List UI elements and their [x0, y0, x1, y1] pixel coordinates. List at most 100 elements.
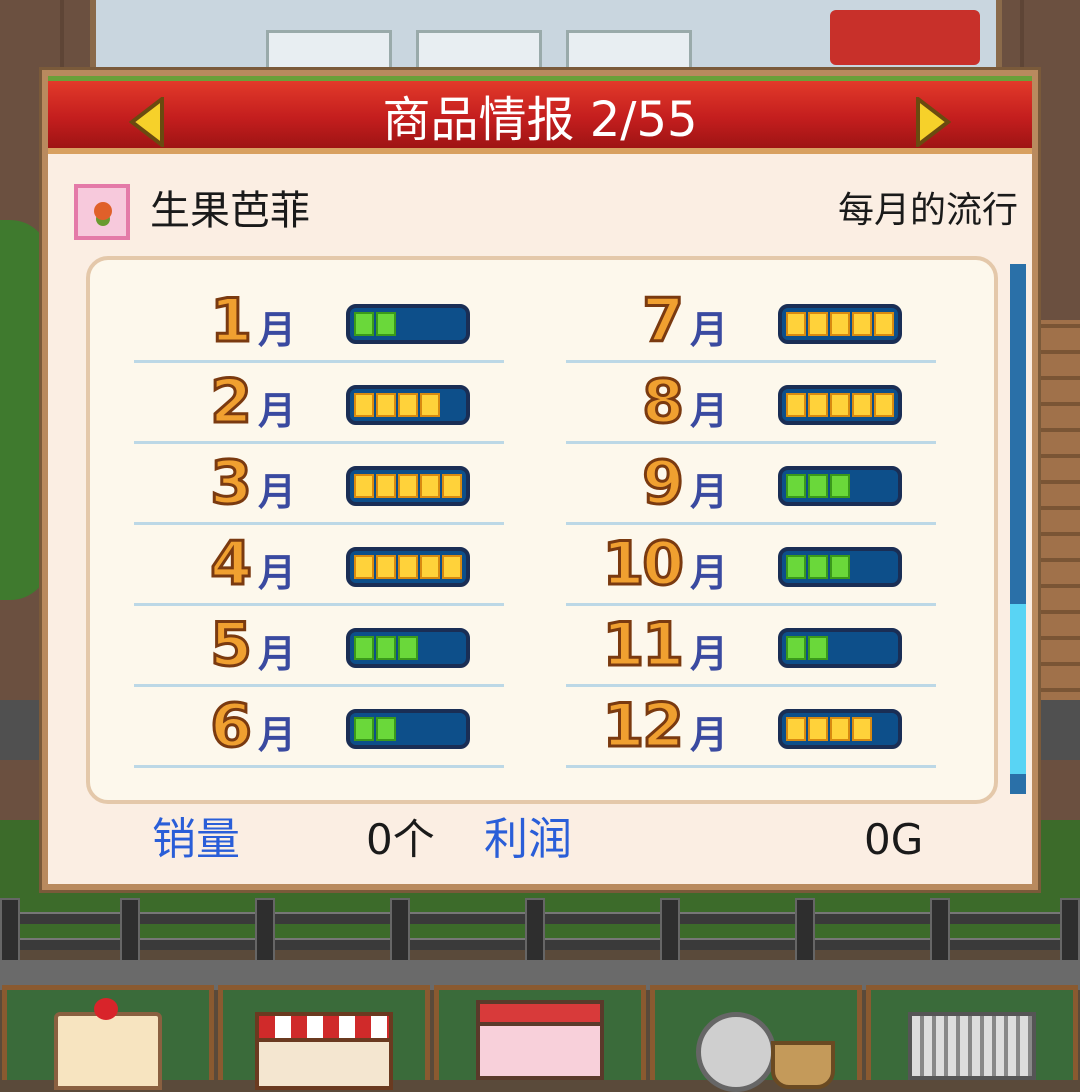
shop-icon	[255, 1012, 393, 1090]
store-icon	[476, 1000, 604, 1080]
trend-segment	[852, 717, 872, 741]
trend-bar	[346, 709, 470, 749]
scrollbar-thumb[interactable]	[1010, 604, 1026, 774]
month-number: 9	[641, 448, 686, 518]
month-number: 11	[601, 610, 686, 680]
cake-icon	[54, 998, 162, 1090]
brick-wall	[1032, 320, 1080, 740]
trend-segment	[420, 474, 440, 498]
trend-bar	[778, 385, 902, 425]
next-product-button[interactable]	[912, 97, 952, 147]
trend-segment	[398, 555, 418, 579]
trend-segment	[354, 636, 374, 660]
trend-bar	[346, 628, 470, 668]
trend-segment	[442, 474, 462, 498]
product-name: 生果芭菲	[150, 188, 310, 234]
trend-segment	[442, 555, 462, 579]
trend-bar	[778, 628, 902, 668]
month-number: 8	[641, 367, 686, 437]
dialog-title: 商品情报 2/55	[382, 92, 698, 148]
trend-segment	[808, 312, 828, 336]
trend-segment	[420, 555, 440, 579]
scrollbar[interactable]	[1010, 264, 1026, 794]
trend-segment	[808, 474, 828, 498]
monthly-trend-label: 每月的流行	[837, 190, 1018, 231]
month-row: 1月	[134, 282, 504, 363]
trend-segment	[874, 393, 894, 417]
fence	[0, 898, 1080, 964]
trend-segment	[808, 393, 828, 417]
month-unit: 月	[258, 632, 297, 676]
month-unit: 月	[258, 551, 297, 595]
month-row: 2月	[134, 363, 504, 444]
trend-bar-fill	[354, 312, 396, 336]
fruit-parfait-icon	[74, 184, 130, 240]
month-number: 12	[601, 691, 686, 761]
month-row: 5月	[134, 606, 504, 687]
month-unit: 月	[258, 713, 297, 757]
trend-segment	[376, 474, 396, 498]
month-number: 10	[601, 529, 686, 599]
trend-segment	[830, 312, 850, 336]
trend-segment	[808, 717, 828, 741]
trend-segment	[354, 312, 374, 336]
month-row: 12 月	[566, 687, 936, 768]
month-number: 5	[209, 610, 254, 680]
trend-segment	[398, 636, 418, 660]
trend-segment	[376, 555, 396, 579]
shop-button[interactable]	[218, 985, 430, 1090]
trend-segment	[786, 312, 806, 336]
row-divider	[566, 765, 936, 768]
trend-bar-fill	[786, 393, 894, 417]
trend-segment	[786, 393, 806, 417]
products-button[interactable]	[2, 985, 214, 1090]
month-row: 4月	[134, 525, 504, 606]
product-header: 生果芭菲 每月的流行	[68, 180, 1018, 240]
trend-segment	[808, 555, 828, 579]
month-row: 6月	[134, 687, 504, 768]
month-number: 2	[209, 367, 254, 437]
trend-bar-fill	[354, 393, 440, 417]
shop-awning	[830, 10, 980, 65]
trend-bar-fill	[786, 717, 872, 741]
trend-segment	[420, 393, 440, 417]
trend-bar-fill	[786, 474, 850, 498]
month-unit: 月	[690, 470, 729, 514]
trend-segment	[786, 555, 806, 579]
trend-segment	[376, 393, 396, 417]
trend-segment	[376, 312, 396, 336]
trend-segment	[786, 717, 806, 741]
month-unit: 月	[690, 632, 729, 676]
trend-segment	[786, 636, 806, 660]
month-number: 4	[209, 529, 254, 599]
trend-bar	[778, 304, 902, 344]
trend-bar-fill	[354, 474, 462, 498]
month-number: 7	[641, 286, 686, 356]
month-unit: 月	[258, 470, 297, 514]
month-number: 1	[209, 286, 254, 356]
cart-icon	[908, 1012, 1036, 1080]
trend-segment	[830, 474, 850, 498]
month-row: 10 月	[566, 525, 936, 606]
trend-segment	[354, 555, 374, 579]
trend-bar-fill	[354, 717, 396, 741]
month-number: 6	[209, 691, 254, 761]
month-number: 3	[209, 448, 254, 518]
sales-value: 0个	[366, 815, 435, 864]
trend-bar	[346, 547, 470, 587]
trend-segment	[354, 474, 374, 498]
month-row: 8月	[566, 363, 936, 444]
bottom-toolbar	[0, 985, 1080, 1092]
month-row: 7月	[566, 282, 936, 363]
store-button[interactable]	[434, 985, 646, 1080]
trend-segment	[376, 717, 396, 741]
trend-segment	[354, 717, 374, 741]
trend-bar	[346, 304, 470, 344]
sales-label: 销量	[152, 814, 240, 865]
settings-button[interactable]	[650, 985, 862, 1092]
month-unit: 月	[258, 389, 297, 433]
title-bar: 商品情报 2/55	[48, 76, 1032, 154]
trend-bar	[778, 709, 902, 749]
buy-button[interactable]	[866, 985, 1078, 1080]
sales-summary: 销量 0个 利润 0G	[48, 812, 1032, 872]
